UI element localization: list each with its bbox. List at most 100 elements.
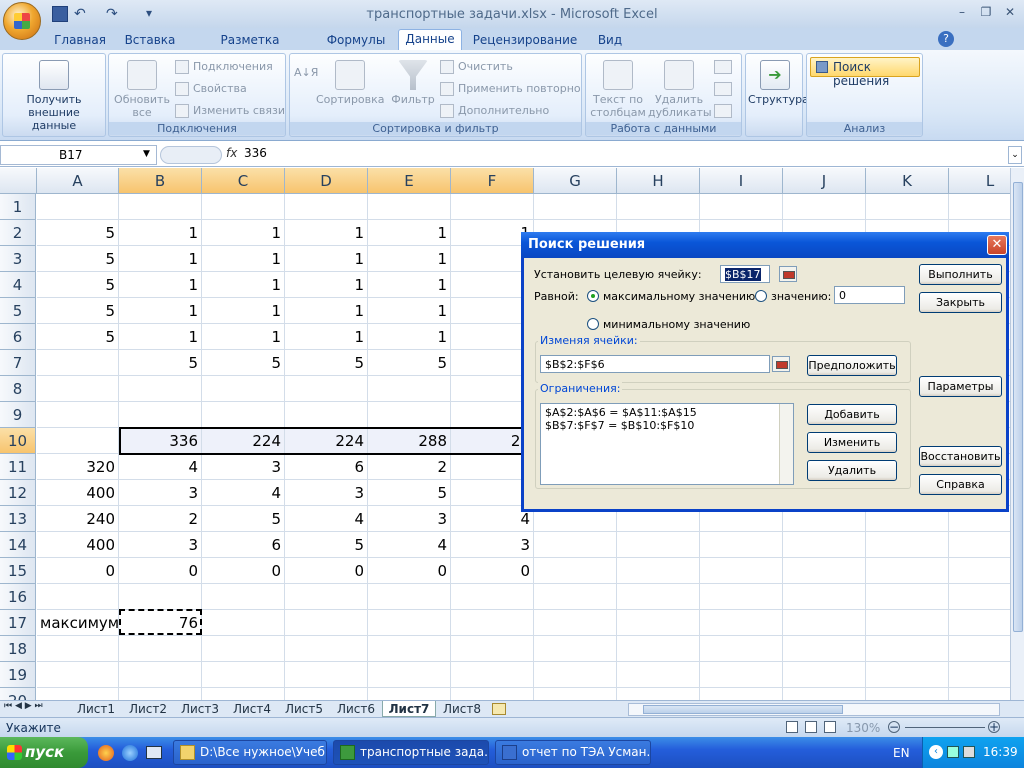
constraints-list[interactable]: $A$2:$A$6 = $A$11:$A$15 $B$7:$F$7 = $B$1…: [540, 403, 794, 485]
column-header-h[interactable]: H: [617, 168, 700, 194]
clear-button[interactable]: Очистить: [440, 58, 513, 76]
column-header-l[interactable]: L: [949, 168, 1010, 194]
cell-e3[interactable]: 1: [368, 246, 451, 272]
refresh-all-button[interactable]: Обновить все: [113, 60, 171, 119]
tab-review[interactable]: Рецензирование: [470, 31, 580, 51]
cell-e4[interactable]: 1: [368, 272, 451, 298]
consolidate-icon[interactable]: [714, 82, 732, 96]
cell-g1[interactable]: [534, 194, 617, 220]
cell-d5[interactable]: 1: [285, 298, 368, 324]
cell-e11[interactable]: 2: [368, 454, 451, 480]
sheet-tab-5[interactable]: Лист5: [278, 701, 330, 717]
cell-e1[interactable]: [368, 194, 451, 220]
cell-g19[interactable]: [534, 662, 617, 688]
close-button[interactable]: ✕: [1000, 5, 1020, 21]
filter-button[interactable]: Фильтр: [388, 60, 438, 106]
cell-d16[interactable]: [285, 584, 368, 610]
cell-d2[interactable]: 1: [285, 220, 368, 246]
text-to-columns-button[interactable]: Текст по столбцам: [590, 60, 646, 119]
reset-button[interactable]: Восстановить: [919, 446, 1002, 467]
cell-k17[interactable]: [866, 610, 949, 636]
cell-g14[interactable]: [534, 532, 617, 558]
row-header-13[interactable]: 13: [0, 506, 36, 532]
cell-i15[interactable]: [700, 558, 783, 584]
change-button[interactable]: Изменить: [807, 432, 897, 453]
row-header-19[interactable]: 19: [0, 662, 36, 688]
cell-d17[interactable]: [285, 610, 368, 636]
cell-g18[interactable]: [534, 636, 617, 662]
tab-view[interactable]: Вид: [590, 31, 630, 51]
zoom-level[interactable]: 130%: [846, 721, 880, 735]
network-icon[interactable]: [947, 746, 959, 758]
select-all-corner[interactable]: [0, 168, 37, 194]
cell-e7[interactable]: 5: [368, 350, 451, 376]
cell-d3[interactable]: 1: [285, 246, 368, 272]
cell-e16[interactable]: [368, 584, 451, 610]
cell-c5[interactable]: 1: [202, 298, 285, 324]
sheet-tab-1[interactable]: Лист1: [70, 701, 122, 717]
undo-icon[interactable]: ↶: [74, 6, 90, 22]
sheet-tab-6[interactable]: Лист6: [330, 701, 382, 717]
cell-e18[interactable]: [368, 636, 451, 662]
cell-h19[interactable]: [617, 662, 700, 688]
row-header-15[interactable]: 15: [0, 558, 36, 584]
max-radio[interactable]: [587, 290, 599, 302]
reapply-button[interactable]: Применить повторно: [440, 80, 581, 98]
insert-function-icon[interactable]: fx: [226, 146, 237, 160]
value-radio[interactable]: [755, 290, 767, 302]
page-break-view-icon[interactable]: [824, 721, 836, 733]
sort-button[interactable]: Сортировка: [316, 60, 385, 106]
cell-d4[interactable]: 1: [285, 272, 368, 298]
row-header-5[interactable]: 5: [0, 298, 36, 324]
cell-b19[interactable]: [119, 662, 202, 688]
cell-f14[interactable]: 3: [451, 532, 534, 558]
insert-sheet-icon[interactable]: [492, 703, 506, 715]
cell-a11[interactable]: 320: [37, 454, 119, 480]
name-box-dropdown-icon[interactable]: ▼: [143, 149, 150, 159]
row-header-11[interactable]: 11: [0, 454, 36, 480]
constraint-item[interactable]: $B$7:$F$7 = $B$10:$F$10: [545, 419, 789, 432]
cell-l15[interactable]: [949, 558, 1010, 584]
tab-data[interactable]: Данные: [398, 29, 462, 51]
cell-d18[interactable]: [285, 636, 368, 662]
constraints-scrollbar[interactable]: [779, 404, 793, 484]
cell-a5[interactable]: 5: [37, 298, 119, 324]
cell-j14[interactable]: [783, 532, 866, 558]
cell-b4[interactable]: 1: [119, 272, 202, 298]
data-validation-icon[interactable]: [714, 60, 732, 74]
row-header-9[interactable]: 9: [0, 402, 36, 428]
cell-b13[interactable]: 2: [119, 506, 202, 532]
row-header-3[interactable]: 3: [0, 246, 36, 272]
vertical-scrollbar[interactable]: [1010, 168, 1024, 701]
cell-i1[interactable]: [700, 194, 783, 220]
cell-c1[interactable]: [202, 194, 285, 220]
language-indicator[interactable]: EN: [893, 746, 910, 760]
cell-l16[interactable]: [949, 584, 1010, 610]
sheet-tab-7[interactable]: Лист7: [382, 701, 436, 717]
zoom-in-icon[interactable]: +: [988, 721, 1000, 733]
sheet-tab-3[interactable]: Лист3: [174, 701, 226, 717]
what-if-icon[interactable]: [714, 104, 732, 118]
row-header-2[interactable]: 2: [0, 220, 36, 246]
cell-i18[interactable]: [700, 636, 783, 662]
cell-b12[interactable]: 3: [119, 480, 202, 506]
qat-customize-icon[interactable]: ▾: [146, 6, 162, 22]
cell-c9[interactable]: [202, 402, 285, 428]
cell-e15[interactable]: 0: [368, 558, 451, 584]
help-button[interactable]: Справка: [919, 474, 1002, 495]
cell-c16[interactable]: [202, 584, 285, 610]
cell-c18[interactable]: [202, 636, 285, 662]
expand-formula-bar-icon[interactable]: ⌄: [1008, 146, 1022, 164]
cell-c8[interactable]: [202, 376, 285, 402]
horizontal-scrollbar[interactable]: [628, 703, 1000, 716]
taskbar-item-word[interactable]: отчет по ТЭА Усман...: [495, 740, 651, 765]
outline-button[interactable]: ➔ Структура: [748, 60, 809, 106]
row-header-12[interactable]: 12: [0, 480, 36, 506]
cell-f17[interactable]: [451, 610, 534, 636]
cell-a19[interactable]: [37, 662, 119, 688]
browser-icon[interactable]: [98, 745, 114, 761]
row-header-6[interactable]: 6: [0, 324, 36, 350]
cell-l17[interactable]: [949, 610, 1010, 636]
cell-e8[interactable]: [368, 376, 451, 402]
cell-e17[interactable]: [368, 610, 451, 636]
